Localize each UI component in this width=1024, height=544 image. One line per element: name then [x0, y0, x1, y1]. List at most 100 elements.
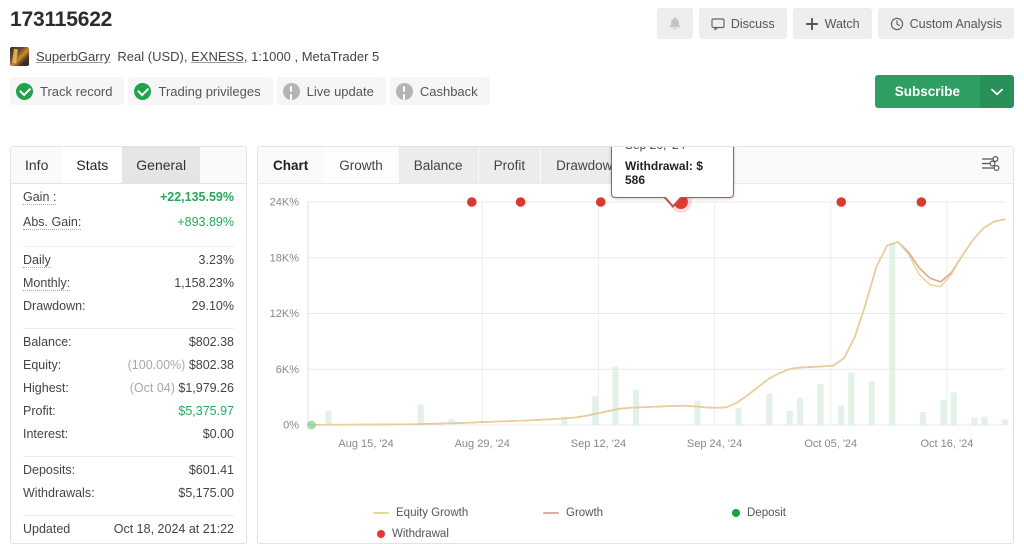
sliders-icon	[980, 153, 1001, 177]
withdrawal-marker[interactable]	[836, 197, 847, 207]
chart-bar	[766, 393, 773, 425]
chart-bar	[940, 399, 947, 425]
chart-bar	[592, 396, 598, 425]
legend-item-withdrawal: Withdrawal	[373, 528, 543, 540]
tab-info[interactable]: Info	[11, 147, 62, 183]
stat-value: $0.00	[202, 427, 234, 441]
main-panels: Info Stats General Gain : +22,135.59% Ab…	[10, 146, 1014, 544]
subscribe-button[interactable]: Subscribe	[874, 74, 980, 108]
chart-bar	[735, 408, 742, 425]
stat-label[interactable]: Abs. Gain:	[23, 215, 82, 230]
chart-bar	[417, 404, 424, 425]
custom-analysis-button[interactable]: Custom Analysis	[877, 8, 1014, 39]
profile-page: 173115622 Discuss Watch Custom Analysis …	[0, 0, 1024, 544]
chart-tabbar: Chart Growth Balance Profit Drawdown Wit…	[258, 147, 1013, 198]
bell-icon	[668, 16, 682, 31]
stat-label[interactable]: Gain :	[23, 190, 57, 205]
stat-row-highest: Highest: (Oct 04) $1,979.26	[23, 381, 234, 404]
stat-label: Interest:	[23, 427, 69, 441]
stat-value: $601.41	[188, 463, 234, 477]
chart-line-equity-growth	[307, 218, 1006, 426]
tab-balance[interactable]: Balance	[398, 147, 478, 183]
chart-bar	[786, 411, 793, 425]
stat-row-drawdown: Drawdown: 29.10%	[23, 299, 234, 322]
watch-label: Watch	[824, 16, 860, 31]
x-axis-tick-label: Oct 05, '24	[804, 438, 857, 450]
chart-line-growth	[307, 218, 1006, 426]
stat-value: +22,135.59%	[159, 190, 234, 204]
chart-bar	[981, 416, 988, 425]
legend-item-growth: Growth	[543, 507, 728, 519]
stats-panel: Info Stats General Gain : +22,135.59% Ab…	[10, 146, 247, 544]
stat-label: Withdrawals:	[23, 486, 95, 500]
legend-item-equity-growth: Equity Growth	[373, 507, 543, 519]
divider	[23, 515, 234, 516]
badge-label: Live update	[306, 83, 374, 99]
chart-settings-button[interactable]	[977, 152, 1003, 178]
chart-bar	[1002, 419, 1008, 425]
withdrawal-marker[interactable]	[515, 197, 526, 207]
discuss-button[interactable]: Discuss	[698, 8, 787, 39]
watch-button[interactable]: Watch	[792, 8, 872, 39]
tab-profit[interactable]: Profit	[478, 147, 541, 183]
badge-label: Cashback	[419, 83, 478, 99]
header-actions: Discuss Watch Custom Analysis	[656, 6, 1014, 39]
withdrawal-marker[interactable]	[916, 197, 927, 207]
stat-value: $5,175.00	[178, 486, 234, 500]
stat-row-daily: Daily 3.23%	[23, 253, 234, 276]
stat-row-updated: Updated Oct 18, 2024 at 21:22	[23, 522, 234, 543]
exclamation-circle-icon	[395, 82, 413, 100]
legend-swatch-dot	[732, 509, 740, 517]
exclamation-circle-icon	[282, 82, 300, 100]
badge-track-record[interactable]: Track record	[10, 77, 125, 105]
badge-trading-privileges[interactable]: Trading privileges	[128, 77, 273, 105]
subscribe-dropdown-button[interactable]	[980, 74, 1014, 108]
withdrawal-marker[interactable]	[595, 197, 606, 207]
deposit-marker[interactable]	[306, 420, 316, 430]
notifications-button[interactable]	[656, 8, 693, 39]
chart-bar	[694, 400, 701, 425]
badge-live-update[interactable]: Live update	[276, 77, 386, 105]
tab-general[interactable]: General	[122, 147, 201, 183]
clock-icon	[890, 17, 904, 31]
divider	[23, 246, 234, 247]
stat-label[interactable]: Monthly:	[23, 276, 71, 291]
withdrawal-marker[interactable]	[466, 197, 477, 207]
legend-label: Growth	[566, 507, 604, 519]
y-axis-tick-label: 12K%	[270, 308, 300, 320]
tab-stats[interactable]: Stats	[62, 147, 123, 183]
y-axis-tick-label: 24K%	[270, 197, 300, 209]
trader-name-link[interactable]: SuperbGarry	[36, 49, 110, 64]
stat-label[interactable]: Daily	[23, 253, 51, 268]
x-axis-tick-label: Sep 12, '24	[571, 438, 626, 450]
broker-link[interactable]: EXNESS	[191, 49, 244, 64]
badge-cashback[interactable]: Cashback	[389, 77, 490, 105]
broker-info-row: SuperbGarry Real (USD), EXNESS, 1:1000 ,…	[0, 40, 1024, 68]
stat-value-prefix: (Oct 04)	[129, 381, 175, 395]
legend-swatch-line	[373, 512, 389, 514]
stat-value-prefix: (100.00%)	[127, 358, 186, 372]
badge-label: Trading privileges	[158, 83, 261, 99]
chart-panel: Chart Growth Balance Profit Drawdown Wit…	[257, 146, 1014, 544]
subscribe-group: Subscribe	[874, 74, 1014, 108]
plus-icon	[805, 17, 819, 31]
badge-label: Track record	[40, 83, 113, 99]
divider	[23, 456, 234, 457]
tab-chart[interactable]: Chart	[258, 147, 324, 183]
stat-row-equity: Equity: (100.00%) $802.38	[23, 358, 234, 381]
legend-label: Equity Growth	[396, 507, 469, 519]
leverage: , 1:1000 ,	[243, 49, 299, 64]
tab-growth[interactable]: Growth	[324, 147, 398, 183]
stat-value: $802.38	[188, 335, 234, 349]
stat-label: Drawdown:	[23, 299, 86, 313]
chart-tooltip: Sep 20, '24 Withdrawal: $ 586	[611, 147, 734, 198]
stat-value: $5,375.97	[178, 404, 234, 418]
legend-swatch-dot	[377, 530, 385, 538]
platform: MetaTrader 5	[301, 49, 380, 64]
legend-label: Deposit	[747, 507, 786, 519]
divider	[23, 328, 234, 329]
stat-row-interest: Interest: $0.00	[23, 427, 234, 450]
stat-label: Equity:	[23, 358, 62, 372]
account-type: Real (USD),	[117, 49, 188, 64]
stat-value-main: $802.38	[188, 358, 234, 372]
